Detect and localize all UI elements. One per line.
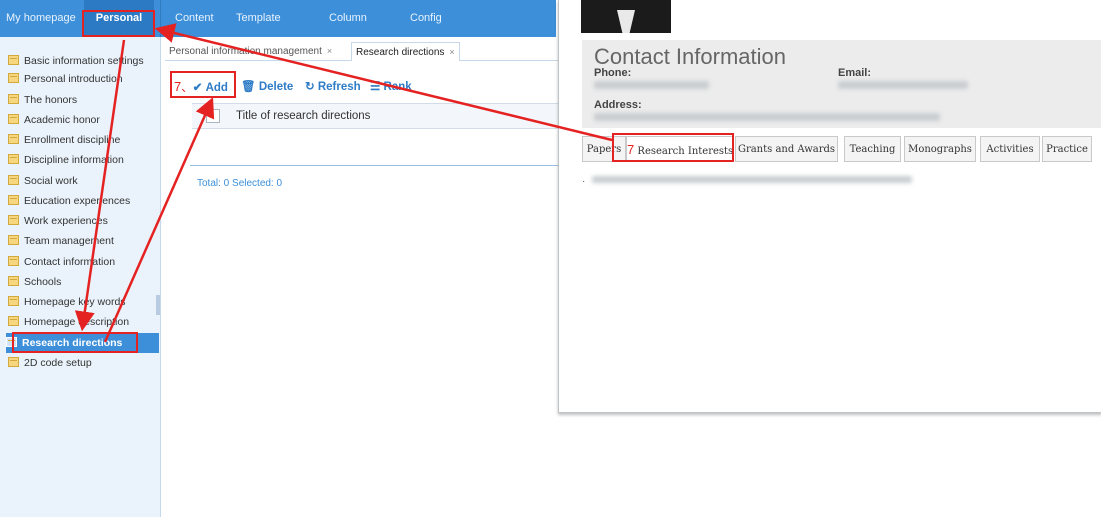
tab-label: Personal information management [169, 46, 322, 57]
rank-button[interactable]: ☰ Rank [370, 76, 412, 98]
tab-label: Research directions [356, 47, 445, 58]
rank-label: Rank [383, 81, 412, 93]
sidebar-item-social-work[interactable]: Social work [8, 171, 158, 191]
address-value-blurred [594, 113, 940, 121]
sidebar-item-homepage-description[interactable]: Homepage description [8, 312, 158, 332]
annotation-box-personal [82, 10, 155, 37]
folder-icon [8, 175, 19, 185]
email-value-blurred [838, 81, 968, 89]
sidebar-item-label: The honors [24, 94, 78, 106]
sidebar-item-academic-honor[interactable]: Academic honor [8, 110, 158, 130]
rank-icon: ☰ [370, 81, 381, 93]
nav-config[interactable]: Config [410, 0, 442, 37]
column-header-title[interactable]: Title of research directions [236, 104, 370, 128]
sidebar-item-label: Basic information settings [24, 55, 144, 67]
sidebar-item-label: Academic honor [24, 114, 100, 126]
sidebar-item-label: Contact information [24, 256, 116, 268]
sidebar-item-label: Homepage description [24, 316, 130, 328]
profile-tab-activities[interactable]: Activities [980, 136, 1040, 162]
folder-icon [8, 276, 19, 286]
folder-icon [8, 55, 19, 65]
sidebar-item-label: Discipline information [24, 154, 124, 166]
folder-icon [8, 256, 19, 266]
select-all-checkbox[interactable] [206, 109, 220, 123]
close-icon[interactable]: × [449, 47, 454, 57]
folder-icon [8, 357, 19, 367]
photo-shirt [617, 10, 635, 33]
folder-icon [8, 134, 19, 144]
sidebar-item-honors[interactable]: The honors [8, 90, 158, 110]
phone-value-blurred [594, 81, 709, 89]
folder-icon [8, 154, 19, 164]
research-interest-blurred-text [592, 176, 912, 183]
nav-divider [160, 0, 161, 37]
refresh-icon: ↻ [305, 81, 315, 93]
delete-button[interactable]: 🗑 Delete [241, 76, 293, 98]
profile-tab-teaching[interactable]: Teaching [844, 136, 901, 162]
sidebar-item-label: Social work [24, 175, 78, 187]
sidebar-item-contact-information[interactable]: Contact information [8, 252, 158, 272]
profile-tab-monographs[interactable]: Monographs [904, 136, 976, 162]
data-grid-header: Title of research directions [192, 103, 558, 129]
folder-icon [8, 94, 19, 104]
contact-information-section: Contact Information Phone: Email: Addres… [582, 40, 1101, 128]
sidebar-item-work-experiences[interactable]: Work experiences [8, 211, 158, 231]
tab-personal-information-management[interactable]: Personal information management × [165, 42, 336, 60]
tab-research-directions[interactable]: Research directions × [351, 42, 460, 61]
nav-my-homepage[interactable]: My homepage [6, 0, 76, 37]
sidebar-item-2d-code-setup[interactable]: 2D code setup [8, 353, 158, 373]
sidebar-item-label: Team management [24, 235, 114, 247]
sidebar-item-basic-information[interactable]: Basic information settings [8, 51, 158, 71]
tab-bar: Personal information management × Researc… [165, 40, 560, 61]
sidebar-item-enrollment-discipline[interactable]: Enrollment discipline [8, 130, 158, 150]
sidebar-item-label: Education experiences [24, 195, 131, 207]
sidebar-item-label: 2D code setup [24, 357, 92, 369]
profile-tab-practice[interactable]: Practice [1042, 136, 1092, 162]
annotation-box-research-interests [612, 133, 734, 162]
sidebar-item-label: Homepage key words [24, 296, 126, 308]
trash-icon: 🗑 [241, 81, 256, 93]
sidebar-item-education-experiences[interactable]: Education experiences [8, 191, 158, 211]
delete-label: Delete [258, 81, 294, 93]
refresh-button[interactable]: ↻ Refresh [305, 76, 361, 98]
nav-content[interactable]: Content [175, 0, 214, 37]
folder-icon [8, 73, 19, 83]
profile-photo [581, 0, 671, 33]
nav-template[interactable]: Template [236, 0, 281, 37]
sidebar-item-schools[interactable]: Schools [8, 272, 158, 292]
annotation-box-research-directions [12, 332, 138, 353]
sidebar-item-label: Personal introduction [24, 73, 123, 85]
annotation-box-add [170, 71, 236, 98]
folder-icon [8, 316, 19, 326]
phone-label: Phone: [594, 67, 632, 79]
grid-bottom-border [190, 165, 558, 166]
sidebar-item-label: Schools [24, 276, 62, 288]
email-label: Email: [838, 67, 872, 79]
list-bullet: · [582, 176, 586, 187]
folder-icon [8, 195, 19, 205]
refresh-label: Refresh [317, 81, 361, 93]
address-label: Address: [594, 99, 642, 111]
nav-column[interactable]: Column [329, 0, 367, 37]
sidebar-item-personal-introduction[interactable]: Personal introduction [8, 69, 158, 89]
sidebar-item-homepage-key-words[interactable]: Homepage key words [8, 292, 158, 312]
sidebar-item-label: Enrollment discipline [24, 134, 121, 146]
sidebar-item-discipline-information[interactable]: Discipline information [8, 150, 158, 170]
folder-icon [8, 296, 19, 306]
sidebar-item-team-management[interactable]: Team management [8, 231, 158, 251]
sidebar: Basic information settings Personal intr… [0, 37, 161, 517]
folder-icon [8, 215, 19, 225]
sidebar-item-label: Work experiences [24, 215, 108, 227]
profile-tab-grants-and-awards[interactable]: Grants and Awards [735, 136, 838, 162]
folder-icon [8, 235, 19, 245]
folder-icon [8, 114, 19, 124]
sidebar-scrollbar[interactable] [156, 295, 160, 315]
grid-footer-status: Total: 0 Selected: 0 [197, 178, 283, 189]
close-icon[interactable]: × [327, 46, 332, 56]
